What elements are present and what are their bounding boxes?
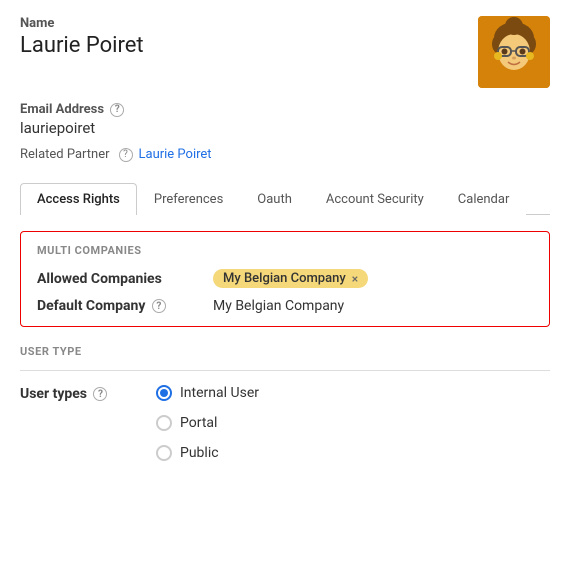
tabs-bar: Access Rights Preferences Oauth Account … (20, 182, 550, 215)
allowed-companies-value: My Belgian Company × (213, 269, 368, 288)
email-value: lauriepoiret (20, 119, 550, 137)
name-info: Name Laurie Poiret (20, 16, 144, 58)
email-section: Email Address ? lauriepoiret (20, 102, 550, 137)
email-label: Email Address ? (20, 102, 550, 117)
allowed-companies-row: Allowed Companies My Belgian Company × (37, 269, 533, 288)
company-tag[interactable]: My Belgian Company × (213, 269, 368, 288)
multi-companies-box: MULTI COMPANIES Allowed Companies My Bel… (20, 231, 550, 327)
radio-public-circle[interactable] (156, 445, 172, 461)
radio-internal-label: Internal User (180, 385, 259, 401)
radio-public-label: Public (180, 445, 219, 461)
user-types-label: User types ? (20, 386, 140, 402)
radio-public[interactable]: Public (156, 445, 259, 461)
user-type-divider (20, 370, 550, 371)
name-value: Laurie Poiret (20, 33, 144, 58)
user-types-help-icon[interactable]: ? (93, 387, 107, 401)
default-company-value: My Belgian Company (213, 298, 344, 314)
radio-internal-circle[interactable] (156, 385, 172, 401)
default-company-help-icon[interactable]: ? (152, 299, 166, 313)
default-company-row: Default Company ? My Belgian Company (37, 298, 533, 314)
tab-calendar[interactable]: Calendar (441, 183, 527, 215)
multi-companies-title: MULTI COMPANIES (37, 244, 533, 257)
radio-portal-label: Portal (180, 415, 217, 431)
name-label: Name (20, 16, 144, 31)
related-partner-row: Related Partner ? Laurie Poiret (20, 147, 550, 168)
related-partner-label: Related Partner (20, 147, 110, 162)
user-type-title: USER TYPE (20, 345, 550, 358)
user-type-section: USER TYPE User types ? Internal User Por… (20, 345, 550, 469)
user-types-row: User types ? Internal User Portal Public (20, 385, 550, 469)
tab-account-security[interactable]: Account Security (309, 183, 441, 215)
company-tag-close-icon[interactable]: × (352, 272, 358, 286)
avatar (478, 16, 550, 88)
tab-oauth[interactable]: Oauth (240, 183, 309, 215)
allowed-companies-label: Allowed Companies (37, 271, 197, 287)
tab-preferences[interactable]: Preferences (137, 183, 240, 215)
tab-access-rights[interactable]: Access Rights (20, 183, 137, 215)
company-tag-label: My Belgian Company (223, 271, 346, 286)
name-section: Name Laurie Poiret (20, 16, 550, 88)
radio-portal-circle[interactable] (156, 415, 172, 431)
related-partner-link[interactable]: Laurie Poiret (139, 147, 212, 162)
email-help-icon[interactable]: ? (110, 103, 124, 117)
radio-internal-user[interactable]: Internal User (156, 385, 259, 401)
radio-portal[interactable]: Portal (156, 415, 259, 431)
default-company-label: Default Company ? (37, 298, 197, 314)
related-partner-help-icon[interactable]: ? (119, 148, 133, 162)
radio-options: Internal User Portal Public (156, 385, 259, 469)
